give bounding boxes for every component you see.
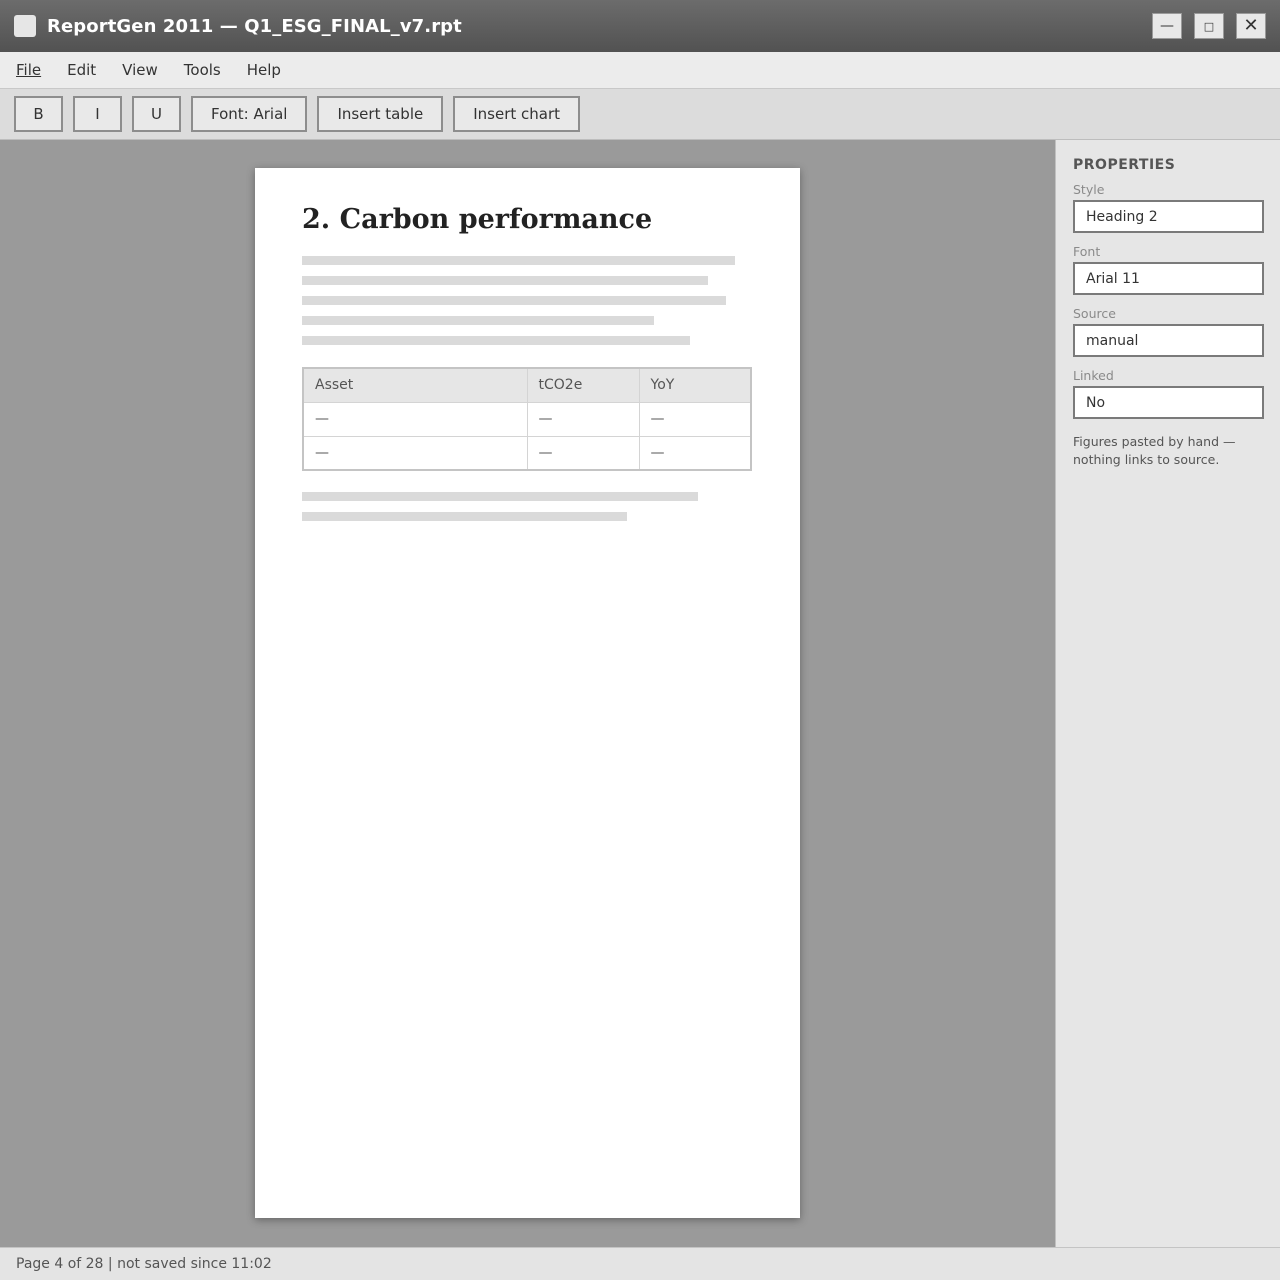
properties-title: PROPERTIES	[1073, 157, 1176, 173]
carbon-table[interactable]: Asset tCO2e YoY — — — — — —	[302, 367, 752, 471]
insert-chart-button[interactable]: Insert chart	[453, 96, 581, 132]
style-field[interactable]: Heading 2	[1073, 200, 1264, 233]
menu-help[interactable]: Help	[247, 61, 281, 79]
underline-button[interactable]: U	[132, 96, 181, 132]
placeholder-text-line	[302, 296, 726, 305]
placeholder-text-line	[302, 276, 708, 285]
document-canvas[interactable]: 2. Carbon performance Asset tCO2e YoY — …	[0, 140, 1055, 1247]
font-label: Font	[1073, 244, 1101, 259]
source-label: Source	[1073, 306, 1116, 321]
column-header-asset[interactable]: Asset	[303, 368, 527, 402]
app-icon	[14, 15, 36, 37]
table-cell[interactable]: —	[638, 401, 751, 436]
placeholder-text-line	[302, 336, 690, 345]
document-heading[interactable]: 2. Carbon performance	[302, 204, 652, 235]
font-field[interactable]: Arial 11	[1073, 262, 1264, 295]
menu-view[interactable]: View	[122, 61, 158, 79]
status-text: Page 4 of 28 | not saved since 11:02	[16, 1256, 272, 1272]
column-header-yoy[interactable]: YoY	[638, 368, 751, 402]
document-page[interactable]: 2. Carbon performance Asset tCO2e YoY — …	[255, 168, 800, 1218]
placeholder-text-line	[302, 316, 654, 325]
linked-field[interactable]: No	[1073, 386, 1264, 419]
placeholder-text-line	[302, 256, 735, 265]
menu-file[interactable]: File	[16, 61, 41, 79]
table-cell[interactable]: —	[638, 435, 751, 470]
bold-button[interactable]: B	[14, 96, 63, 132]
close-button[interactable]: ✕	[1236, 13, 1266, 39]
table-row: — — —	[303, 401, 751, 436]
properties-note: Figures pasted by hand — nothing links t…	[1073, 434, 1236, 467]
column-header-tco2e[interactable]: tCO2e	[526, 368, 639, 402]
window-title: ReportGen 2011 — Q1_ESG_FINAL_v7.rpt	[47, 15, 462, 37]
properties-panel: PROPERTIES Style Heading 2 Font Arial 11…	[1055, 140, 1280, 1247]
style-label: Style	[1073, 182, 1105, 197]
menu-edit[interactable]: Edit	[67, 61, 96, 79]
table-cell[interactable]: —	[303, 435, 527, 470]
status-bar: Page 4 of 28 | not saved since 11:02	[0, 1247, 1280, 1280]
table-header-row: Asset tCO2e YoY	[303, 368, 751, 402]
menu-bar: File Edit View Tools Help	[0, 52, 1280, 89]
title-bar: ReportGen 2011 — Q1_ESG_FINAL_v7.rpt — □…	[0, 0, 1280, 52]
maximize-button[interactable]: □	[1194, 13, 1224, 39]
table-row: — — —	[303, 435, 751, 470]
minimize-button[interactable]: —	[1152, 13, 1182, 39]
window-controls: — □ ✕	[1152, 13, 1266, 39]
table-cell[interactable]: —	[303, 401, 527, 436]
font-button[interactable]: Font: Arial	[191, 96, 308, 132]
table-cell[interactable]: —	[526, 401, 639, 436]
linked-label: Linked	[1073, 368, 1114, 383]
source-field[interactable]: manual	[1073, 324, 1264, 357]
italic-button[interactable]: I	[73, 96, 122, 132]
placeholder-text-line	[302, 492, 698, 501]
table-cell[interactable]: —	[526, 435, 639, 470]
insert-table-button[interactable]: Insert table	[317, 96, 444, 132]
placeholder-text-line	[302, 512, 627, 521]
toolbar: B I U Font: Arial Insert table Insert ch…	[0, 89, 1280, 140]
menu-tools[interactable]: Tools	[184, 61, 221, 79]
